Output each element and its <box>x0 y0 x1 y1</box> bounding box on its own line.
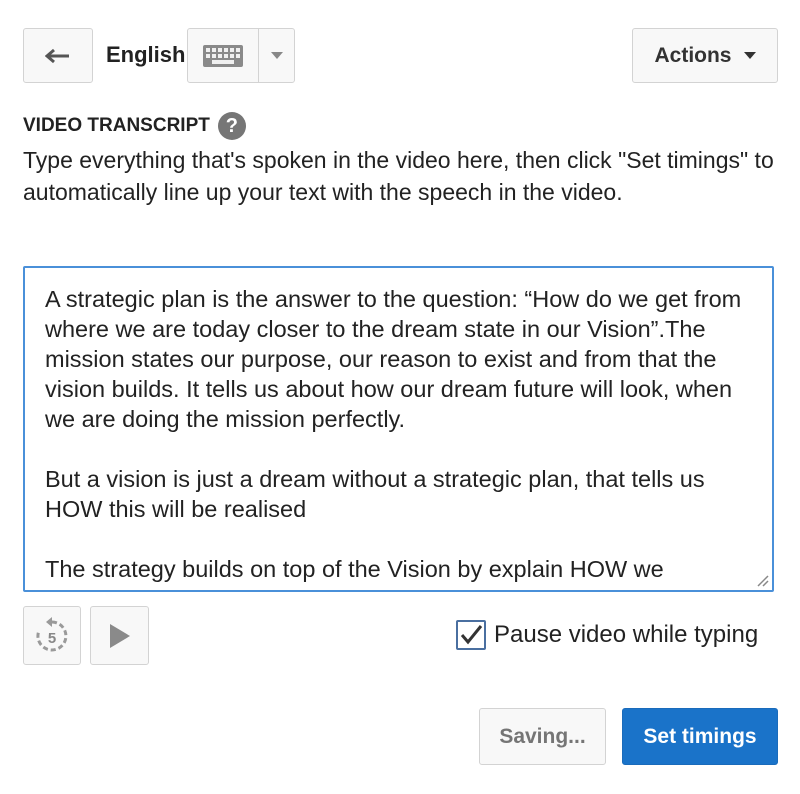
arrow-left-icon <box>45 48 69 63</box>
pause-video-option[interactable]: Pause video while typing <box>456 620 758 650</box>
play-icon <box>109 623 130 648</box>
keyboard-dropdown-button[interactable] <box>259 29 294 82</box>
pause-video-label: Pause video while typing <box>494 621 759 648</box>
saving-label: Saving... <box>499 724 586 748</box>
checkmark-icon <box>460 625 483 645</box>
actions-label: Actions <box>654 43 732 67</box>
section-title: VIDEO TRANSCRIPT ? <box>23 112 246 140</box>
saving-button[interactable]: Saving... <box>479 708 606 765</box>
play-button[interactable] <box>90 606 149 665</box>
pause-video-checkbox[interactable] <box>456 620 486 650</box>
language-label: English <box>106 42 186 67</box>
set-timings-label: Set timings <box>643 724 757 748</box>
keyboard-button[interactable] <box>188 29 259 82</box>
back-button[interactable] <box>23 28 93 83</box>
section-title-text: VIDEO TRANSCRIPT <box>23 115 210 136</box>
rewind-5-seconds-button[interactable]: 5 <box>23 606 81 665</box>
caret-down-icon <box>743 52 756 59</box>
caret-down-icon <box>270 52 283 59</box>
keyboard-icon <box>203 44 243 67</box>
instructions-text: Type everything that's spoken in the vid… <box>23 147 774 205</box>
keyboard-input-group <box>187 28 295 83</box>
resize-grip-icon[interactable] <box>755 573 769 587</box>
rewind-seconds-label: 5 <box>48 630 56 647</box>
help-icon[interactable]: ? <box>217 112 246 140</box>
transcript-textarea[interactable]: A strategic plan is the answer to the qu… <box>23 266 774 592</box>
set-timings-button[interactable]: Set timings <box>622 708 778 765</box>
actions-button[interactable]: Actions <box>632 28 778 83</box>
rewind-5-seconds-icon: 5 <box>36 616 68 651</box>
transcript-text: A strategic plan is the answer to the qu… <box>45 286 742 582</box>
